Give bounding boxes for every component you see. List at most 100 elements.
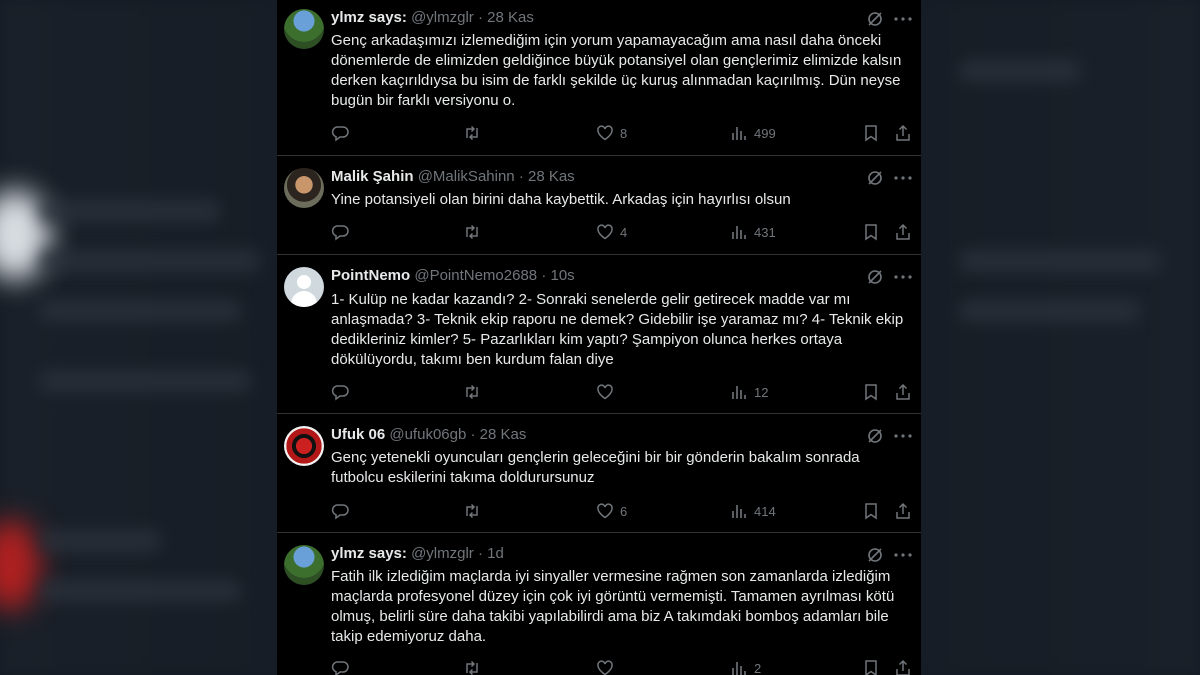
retweet-button[interactable]: [463, 222, 481, 242]
share-icon: [896, 659, 910, 675]
views-count: 414: [754, 503, 776, 519]
tweet-text: Yine potansiyeli olan birini daha kaybet…: [331, 191, 791, 208]
tweet[interactable]: ylmz says: @ylmzglr · 28 Kas Genç arkada…: [277, 0, 921, 156]
share-icon: [896, 124, 910, 141]
grok-icon[interactable]: [867, 269, 883, 285]
reply-button[interactable]: [331, 501, 349, 521]
like-icon: [597, 224, 613, 240]
display-name[interactable]: ylmz says:: [331, 9, 407, 26]
like-button[interactable]: 8: [596, 123, 627, 143]
like-button[interactable]: [596, 382, 620, 402]
reply-icon: [331, 661, 349, 675]
views-icon: [732, 226, 746, 239]
bookmark-button[interactable]: [862, 123, 880, 143]
timestamp[interactable]: 28 Kas: [528, 168, 575, 185]
handle[interactable]: @ylmzglr: [411, 545, 474, 562]
views-button[interactable]: 431: [730, 222, 776, 242]
tweet[interactable]: ylmz says: @ylmzglr · 1d Fatih ilk izled…: [277, 533, 921, 675]
like-icon: [597, 384, 613, 400]
more-icon[interactable]: [893, 11, 913, 27]
timestamp[interactable]: 28 Kas: [480, 426, 527, 443]
more-icon[interactable]: [893, 269, 913, 285]
handle[interactable]: @ylmzglr: [411, 9, 474, 26]
share-button[interactable]: [894, 123, 912, 143]
retweet-button[interactable]: [463, 658, 481, 675]
views-button[interactable]: 12: [730, 382, 768, 402]
tweet-text: 1- Kulüp ne kadar kazandı? 2- Sonraki se…: [331, 291, 904, 368]
handle[interactable]: @PointNemo2688: [414, 267, 537, 284]
bookmark-icon: [865, 224, 877, 241]
retweet-button[interactable]: [463, 501, 481, 521]
display-name[interactable]: ylmz says:: [331, 545, 407, 562]
tweet-header: Ufuk 06 @ufuk06gb · 28 Kas: [331, 426, 526, 446]
display-name[interactable]: Malik Şahin: [331, 168, 414, 185]
tweet-header: Malik Şahin @MalikSahinn · 28 Kas: [331, 168, 575, 188]
bookmark-button[interactable]: [862, 501, 880, 521]
separator-dot: ·: [470, 426, 476, 443]
avatar[interactable]: [284, 168, 324, 208]
display-name[interactable]: PointNemo: [331, 267, 410, 284]
views-button[interactable]: 2: [730, 658, 761, 675]
action-bar: 12: [331, 382, 913, 402]
avatar[interactable]: [284, 545, 324, 585]
reply-button[interactable]: [331, 658, 349, 675]
share-button[interactable]: [894, 658, 912, 675]
display-name[interactable]: Ufuk 06: [331, 426, 385, 443]
handle[interactable]: @ufuk06gb: [389, 426, 466, 443]
reply-icon: [331, 126, 349, 142]
more-icon[interactable]: [893, 170, 913, 186]
reply-button[interactable]: [331, 123, 349, 143]
more-icon[interactable]: [893, 547, 913, 563]
retweet-icon: [466, 660, 478, 675]
share-button[interactable]: [894, 501, 912, 521]
views-icon: [732, 127, 746, 140]
views-count: 499: [754, 125, 776, 141]
handle[interactable]: @MalikSahinn: [418, 168, 515, 185]
avatar[interactable]: [284, 9, 324, 49]
views-button[interactable]: 499: [730, 123, 776, 143]
more-icon[interactable]: [893, 428, 913, 444]
reply-icon: [331, 504, 349, 520]
grok-icon[interactable]: [867, 547, 883, 563]
bookmark-icon: [865, 384, 877, 401]
share-icon: [896, 383, 910, 400]
avatar[interactable]: [284, 267, 324, 307]
timestamp[interactable]: 28 Kas: [487, 9, 534, 26]
share-icon: [896, 223, 910, 240]
share-button[interactable]: [894, 222, 912, 242]
action-bar: 4 431: [331, 222, 913, 242]
retweet-button[interactable]: [463, 382, 481, 402]
retweet-button[interactable]: [463, 123, 481, 143]
reply-icon: [331, 225, 349, 241]
like-icon: [597, 660, 613, 675]
separator-dot: ·: [518, 168, 524, 185]
blurred-text-line: [40, 250, 260, 272]
blurred-text-line: [40, 580, 240, 602]
views-count: 12: [754, 384, 769, 400]
tweet[interactable]: Malik Şahin @MalikSahinn · 28 Kas Yine p…: [277, 156, 921, 255]
timestamp[interactable]: 1d: [487, 545, 504, 562]
tweet[interactable]: PointNemo @PointNemo2688 · 10s 1- Kulüp …: [277, 255, 921, 414]
timestamp[interactable]: 10s: [551, 267, 575, 284]
bookmark-button[interactable]: [862, 382, 880, 402]
like-button[interactable]: 6: [596, 501, 627, 521]
views-button[interactable]: 414: [730, 501, 776, 521]
retweet-icon: [466, 224, 478, 240]
grok-icon[interactable]: [867, 170, 883, 186]
reply-button[interactable]: [331, 222, 349, 242]
action-bar: 2: [331, 658, 913, 675]
reply-button[interactable]: [331, 382, 349, 402]
bookmark-button[interactable]: [862, 222, 880, 242]
like-button[interactable]: 4: [596, 222, 627, 242]
bookmark-icon: [865, 660, 877, 675]
bookmark-button[interactable]: [862, 658, 880, 675]
blurred-text-line: [40, 300, 240, 322]
avatar[interactable]: [284, 426, 324, 466]
grok-icon[interactable]: [867, 11, 883, 27]
grok-icon[interactable]: [867, 428, 883, 444]
tweet-header: PointNemo @PointNemo2688 · 10s: [331, 267, 575, 287]
tweet[interactable]: Ufuk 06 @ufuk06gb · 28 Kas Genç yetenekl…: [277, 414, 921, 533]
share-button[interactable]: [894, 382, 912, 402]
reply-icon: [331, 385, 349, 401]
like-button[interactable]: [596, 658, 620, 675]
